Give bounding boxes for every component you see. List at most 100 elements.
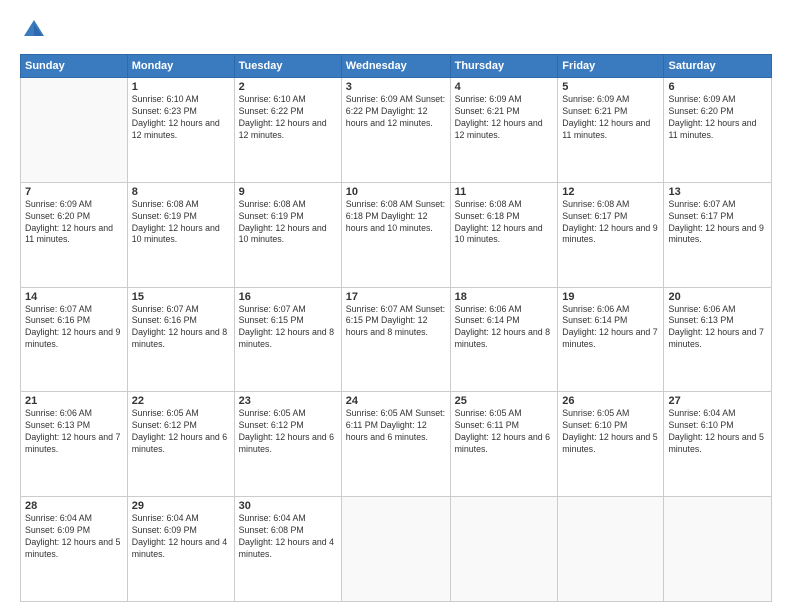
day-number: 17 [346,291,446,303]
day-cell: 15Sunrise: 6:07 AM Sunset: 6:16 PM Dayli… [127,287,234,392]
day-number: 27 [668,395,767,407]
day-cell: 2Sunrise: 6:10 AM Sunset: 6:22 PM Daylig… [234,78,341,183]
day-header-monday: Monday [127,55,234,78]
logo-icon [20,16,48,44]
day-cell: 16Sunrise: 6:07 AM Sunset: 6:15 PM Dayli… [234,287,341,392]
day-cell: 27Sunrise: 6:04 AM Sunset: 6:10 PM Dayli… [664,392,772,497]
day-info: Sunrise: 6:09 AM Sunset: 6:20 PM Dayligh… [668,94,767,142]
day-info: Sunrise: 6:08 AM Sunset: 6:19 PM Dayligh… [239,199,337,247]
day-cell [558,497,664,602]
day-info: Sunrise: 6:05 AM Sunset: 6:11 PM Dayligh… [346,408,446,444]
calendar: SundayMondayTuesdayWednesdayThursdayFrid… [20,54,772,602]
day-info: Sunrise: 6:08 AM Sunset: 6:18 PM Dayligh… [455,199,554,247]
day-info: Sunrise: 6:07 AM Sunset: 6:16 PM Dayligh… [132,304,230,352]
day-cell [450,497,558,602]
day-cell: 25Sunrise: 6:05 AM Sunset: 6:11 PM Dayli… [450,392,558,497]
day-cell: 4Sunrise: 6:09 AM Sunset: 6:21 PM Daylig… [450,78,558,183]
day-info: Sunrise: 6:05 AM Sunset: 6:12 PM Dayligh… [239,408,337,456]
day-number: 22 [132,395,230,407]
day-number: 13 [668,186,767,198]
day-number: 14 [25,291,123,303]
day-header-sunday: Sunday [21,55,128,78]
week-row-3: 21Sunrise: 6:06 AM Sunset: 6:13 PM Dayli… [21,392,772,497]
day-info: Sunrise: 6:05 AM Sunset: 6:12 PM Dayligh… [132,408,230,456]
day-number: 8 [132,186,230,198]
day-cell [21,78,128,183]
day-cell: 20Sunrise: 6:06 AM Sunset: 6:13 PM Dayli… [664,287,772,392]
day-number: 26 [562,395,659,407]
day-info: Sunrise: 6:10 AM Sunset: 6:23 PM Dayligh… [132,94,230,142]
day-cell: 1Sunrise: 6:10 AM Sunset: 6:23 PM Daylig… [127,78,234,183]
day-number: 4 [455,81,554,93]
day-number: 10 [346,186,446,198]
day-info: Sunrise: 6:09 AM Sunset: 6:21 PM Dayligh… [562,94,659,142]
day-cell: 19Sunrise: 6:06 AM Sunset: 6:14 PM Dayli… [558,287,664,392]
day-cell: 7Sunrise: 6:09 AM Sunset: 6:20 PM Daylig… [21,182,128,287]
day-info: Sunrise: 6:09 AM Sunset: 6:22 PM Dayligh… [346,94,446,130]
day-info: Sunrise: 6:08 AM Sunset: 6:17 PM Dayligh… [562,199,659,247]
day-number: 19 [562,291,659,303]
day-info: Sunrise: 6:09 AM Sunset: 6:21 PM Dayligh… [455,94,554,142]
day-info: Sunrise: 6:06 AM Sunset: 6:14 PM Dayligh… [562,304,659,352]
header [20,16,772,44]
day-info: Sunrise: 6:04 AM Sunset: 6:09 PM Dayligh… [25,513,123,561]
day-cell: 26Sunrise: 6:05 AM Sunset: 6:10 PM Dayli… [558,392,664,497]
day-cell: 23Sunrise: 6:05 AM Sunset: 6:12 PM Dayli… [234,392,341,497]
day-cell: 21Sunrise: 6:06 AM Sunset: 6:13 PM Dayli… [21,392,128,497]
day-info: Sunrise: 6:06 AM Sunset: 6:14 PM Dayligh… [455,304,554,352]
day-cell: 5Sunrise: 6:09 AM Sunset: 6:21 PM Daylig… [558,78,664,183]
day-cell: 6Sunrise: 6:09 AM Sunset: 6:20 PM Daylig… [664,78,772,183]
day-cell: 22Sunrise: 6:05 AM Sunset: 6:12 PM Dayli… [127,392,234,497]
week-row-1: 7Sunrise: 6:09 AM Sunset: 6:20 PM Daylig… [21,182,772,287]
page: SundayMondayTuesdayWednesdayThursdayFrid… [0,0,792,612]
day-cell: 24Sunrise: 6:05 AM Sunset: 6:11 PM Dayli… [341,392,450,497]
day-cell: 18Sunrise: 6:06 AM Sunset: 6:14 PM Dayli… [450,287,558,392]
day-cell: 29Sunrise: 6:04 AM Sunset: 6:09 PM Dayli… [127,497,234,602]
day-info: Sunrise: 6:10 AM Sunset: 6:22 PM Dayligh… [239,94,337,142]
day-number: 2 [239,81,337,93]
day-cell: 28Sunrise: 6:04 AM Sunset: 6:09 PM Dayli… [21,497,128,602]
day-info: Sunrise: 6:05 AM Sunset: 6:10 PM Dayligh… [562,408,659,456]
day-cell: 9Sunrise: 6:08 AM Sunset: 6:19 PM Daylig… [234,182,341,287]
day-cell: 13Sunrise: 6:07 AM Sunset: 6:17 PM Dayli… [664,182,772,287]
day-info: Sunrise: 6:09 AM Sunset: 6:20 PM Dayligh… [25,199,123,247]
day-number: 3 [346,81,446,93]
day-number: 11 [455,186,554,198]
week-row-4: 28Sunrise: 6:04 AM Sunset: 6:09 PM Dayli… [21,497,772,602]
day-header-friday: Friday [558,55,664,78]
day-info: Sunrise: 6:04 AM Sunset: 6:09 PM Dayligh… [132,513,230,561]
day-number: 1 [132,81,230,93]
day-number: 29 [132,500,230,512]
day-cell: 12Sunrise: 6:08 AM Sunset: 6:17 PM Dayli… [558,182,664,287]
day-cell: 10Sunrise: 6:08 AM Sunset: 6:18 PM Dayli… [341,182,450,287]
day-header-thursday: Thursday [450,55,558,78]
day-cell: 8Sunrise: 6:08 AM Sunset: 6:19 PM Daylig… [127,182,234,287]
week-row-2: 14Sunrise: 6:07 AM Sunset: 6:16 PM Dayli… [21,287,772,392]
day-info: Sunrise: 6:06 AM Sunset: 6:13 PM Dayligh… [668,304,767,352]
day-header-wednesday: Wednesday [341,55,450,78]
week-row-0: 1Sunrise: 6:10 AM Sunset: 6:23 PM Daylig… [21,78,772,183]
day-cell: 14Sunrise: 6:07 AM Sunset: 6:16 PM Dayli… [21,287,128,392]
day-info: Sunrise: 6:08 AM Sunset: 6:18 PM Dayligh… [346,199,446,235]
day-cell: 17Sunrise: 6:07 AM Sunset: 6:15 PM Dayli… [341,287,450,392]
day-number: 30 [239,500,337,512]
day-cell: 30Sunrise: 6:04 AM Sunset: 6:08 PM Dayli… [234,497,341,602]
day-info: Sunrise: 6:07 AM Sunset: 6:17 PM Dayligh… [668,199,767,247]
day-info: Sunrise: 6:06 AM Sunset: 6:13 PM Dayligh… [25,408,123,456]
day-number: 18 [455,291,554,303]
day-info: Sunrise: 6:05 AM Sunset: 6:11 PM Dayligh… [455,408,554,456]
day-header-saturday: Saturday [664,55,772,78]
day-number: 6 [668,81,767,93]
day-info: Sunrise: 6:07 AM Sunset: 6:15 PM Dayligh… [239,304,337,352]
day-info: Sunrise: 6:08 AM Sunset: 6:19 PM Dayligh… [132,199,230,247]
day-info: Sunrise: 6:07 AM Sunset: 6:16 PM Dayligh… [25,304,123,352]
day-number: 9 [239,186,337,198]
day-number: 5 [562,81,659,93]
day-number: 16 [239,291,337,303]
day-number: 25 [455,395,554,407]
day-cell [664,497,772,602]
day-cell [341,497,450,602]
day-number: 7 [25,186,123,198]
day-number: 28 [25,500,123,512]
day-number: 20 [668,291,767,303]
